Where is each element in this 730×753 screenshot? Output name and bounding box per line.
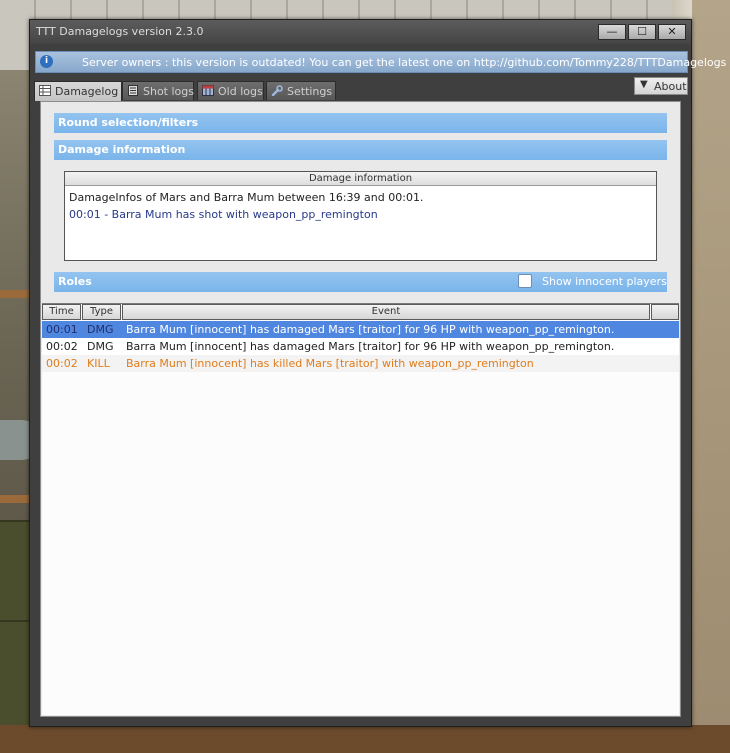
table-row[interactable]: 00:01 DMG Barra Mum [innocent] has damag… <box>42 321 679 338</box>
event-list: Time Type Event 00:01 DMG Barra Mum [inn… <box>42 303 679 715</box>
row-time: 00:01 <box>46 323 78 336</box>
table-icon <box>39 85 51 96</box>
tab-label: Damagelog <box>55 85 119 98</box>
row-time: 00:02 <box>46 340 78 353</box>
document-icon <box>128 85 138 96</box>
tab-label: Old logs <box>218 85 263 98</box>
section-title: Damage information <box>58 143 186 156</box>
column-header-event[interactable]: Event <box>122 304 650 320</box>
row-type: KILL <box>87 357 110 370</box>
title-bar[interactable]: TTT Damagelogs version 2.3.0 — ☐ ✕ <box>30 20 691 44</box>
minimize-button[interactable]: — <box>598 24 626 40</box>
right-wall <box>690 0 730 753</box>
damagelog-panel: Round selection/filters Damage informati… <box>40 101 681 717</box>
close-button[interactable]: ✕ <box>658 24 686 40</box>
section-title: Round selection/filters <box>58 116 199 129</box>
maximize-button[interactable]: ☐ <box>628 24 656 40</box>
about-label: About <box>654 80 687 93</box>
damage-info-summary: DamageInfos of Mars and Barra Mum betwee… <box>69 191 424 204</box>
row-time: 00:02 <box>46 357 78 370</box>
damage-information-box: Damage information DamageInfos of Mars a… <box>64 171 657 261</box>
dropdown-arrow-icon: ▼ <box>640 79 648 90</box>
damage-information-header[interactable]: Damage information <box>54 140 667 160</box>
round-filters-header[interactable]: Round selection/filters <box>54 113 667 133</box>
row-event: Barra Mum [innocent] has damaged Mars [t… <box>126 340 615 353</box>
info-icon: i <box>40 55 53 68</box>
tab-label: Settings <box>287 85 333 98</box>
notice-text: Server owners : this version is outdated… <box>82 56 727 69</box>
outdated-notice: i Server owners : this version is outdat… <box>35 51 726 73</box>
row-type: DMG <box>87 323 114 336</box>
show-innocent-checkbox[interactable] <box>518 274 532 288</box>
table-row[interactable]: 00:02 DMG Barra Mum [innocent] has damag… <box>42 338 679 355</box>
section-title: Roles <box>58 275 92 288</box>
tab-old-logs[interactable]: Old logs <box>197 81 264 100</box>
damage-information-title: Damage information <box>65 172 656 186</box>
row-event: Barra Mum [innocent] has killed Mars [tr… <box>126 357 534 370</box>
show-innocent-label[interactable]: Show innocent players <box>542 275 667 288</box>
damage-info-entry[interactable]: 00:01 - Barra Mum has shot with weapon_p… <box>69 208 378 221</box>
calendar-icon <box>202 85 214 96</box>
floor <box>0 725 730 753</box>
tab-settings[interactable]: Settings <box>266 81 336 100</box>
tab-shot-logs[interactable]: Shot logs <box>122 81 194 100</box>
tab-damagelog[interactable]: Damagelog <box>34 81 122 101</box>
roles-header[interactable]: Roles Show innocent players <box>54 272 667 292</box>
column-header-time[interactable]: Time <box>42 304 81 320</box>
about-button[interactable]: ▼ About <box>634 77 688 95</box>
column-header-extra[interactable] <box>651 304 679 320</box>
wrench-icon <box>271 85 283 96</box>
tab-label: Shot logs <box>143 85 194 98</box>
table-row[interactable]: 00:02 KILL Barra Mum [innocent] has kill… <box>42 355 679 372</box>
row-event: Barra Mum [innocent] has damaged Mars [t… <box>126 323 615 336</box>
row-type: DMG <box>87 340 114 353</box>
column-header-type[interactable]: Type <box>82 304 121 320</box>
damagelogs-window: TTT Damagelogs version 2.3.0 — ☐ ✕ i Ser… <box>29 19 726 727</box>
window-title: TTT Damagelogs version 2.3.0 <box>36 25 204 38</box>
